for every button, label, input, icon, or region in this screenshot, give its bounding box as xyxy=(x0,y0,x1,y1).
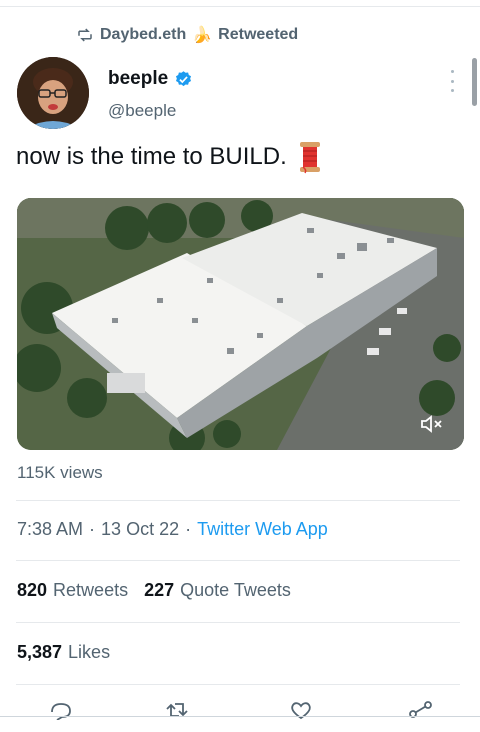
reply-button[interactable] xyxy=(48,700,74,721)
divider xyxy=(16,500,460,501)
retweet-button[interactable] xyxy=(164,700,190,720)
retweet-icon xyxy=(166,703,188,717)
source-app-link[interactable]: Twitter Web App xyxy=(197,519,328,540)
verified-badge-icon xyxy=(176,70,192,86)
video-frame-warehouse xyxy=(17,198,464,450)
scrollbar-thumb[interactable] xyxy=(472,58,477,106)
retweeter-name[interactable]: Daybed.eth xyxy=(100,26,186,44)
reply-icon xyxy=(51,703,71,721)
quote-tweets-label: Quote Tweets xyxy=(180,580,291,600)
share-icon xyxy=(409,701,432,718)
author-name-row[interactable]: beeple xyxy=(108,68,193,90)
engagement-counts: 820 Retweets 227 Quote Tweets xyxy=(17,580,291,601)
likes-count: 5,387 xyxy=(17,642,63,662)
meta-separator: · xyxy=(185,519,192,539)
avatar[interactable] xyxy=(17,57,89,129)
author-handle[interactable]: @beeple xyxy=(108,101,176,121)
tweet-time[interactable]: 7:38 AM xyxy=(17,519,83,540)
retweet-small-icon xyxy=(78,28,92,42)
banana-emoji: 🍌 xyxy=(192,27,213,44)
bottom-divider xyxy=(0,716,480,717)
retweeted-by-bar[interactable]: Daybed.eth 🍌 Retweeted xyxy=(76,24,298,46)
top-divider xyxy=(0,6,480,7)
retweeted-label: Retweeted xyxy=(218,26,299,43)
views-count: 115K views xyxy=(17,463,103,482)
likes-label: Likes xyxy=(68,642,111,662)
tweet-text: now is the time to BUILD. xyxy=(16,143,287,170)
muted-speaker-icon[interactable] xyxy=(420,414,444,434)
like-button[interactable] xyxy=(288,700,314,720)
likes-count-link[interactable]: 5,387 Likes xyxy=(17,642,110,663)
retweets-label: Retweets xyxy=(53,580,129,600)
tweet-video[interactable] xyxy=(17,198,464,450)
action-bar xyxy=(0,700,480,721)
tweet-date[interactable]: 13 Oct 22 xyxy=(101,519,179,540)
divider xyxy=(16,684,460,685)
spool-of-thread-icon xyxy=(299,142,320,174)
divider xyxy=(16,622,460,623)
more-options-icon[interactable] xyxy=(447,70,457,92)
quote-tweets-count: 227 xyxy=(144,580,175,600)
tweet-meta: 7:38 AM · 13 Oct 22 · Twitter Web App xyxy=(17,519,328,540)
meta-separator: · xyxy=(89,519,96,539)
retweets-count-link[interactable]: 820 Retweets xyxy=(17,580,128,601)
tweet-body: now is the time to BUILD. xyxy=(16,140,323,174)
quote-tweets-count-link[interactable]: 227 Quote Tweets xyxy=(144,580,291,601)
author-display-name[interactable]: beeple xyxy=(108,68,168,90)
share-button[interactable] xyxy=(408,700,434,720)
retweets-count: 820 xyxy=(17,580,48,600)
divider xyxy=(16,560,460,561)
like-icon xyxy=(291,702,311,720)
